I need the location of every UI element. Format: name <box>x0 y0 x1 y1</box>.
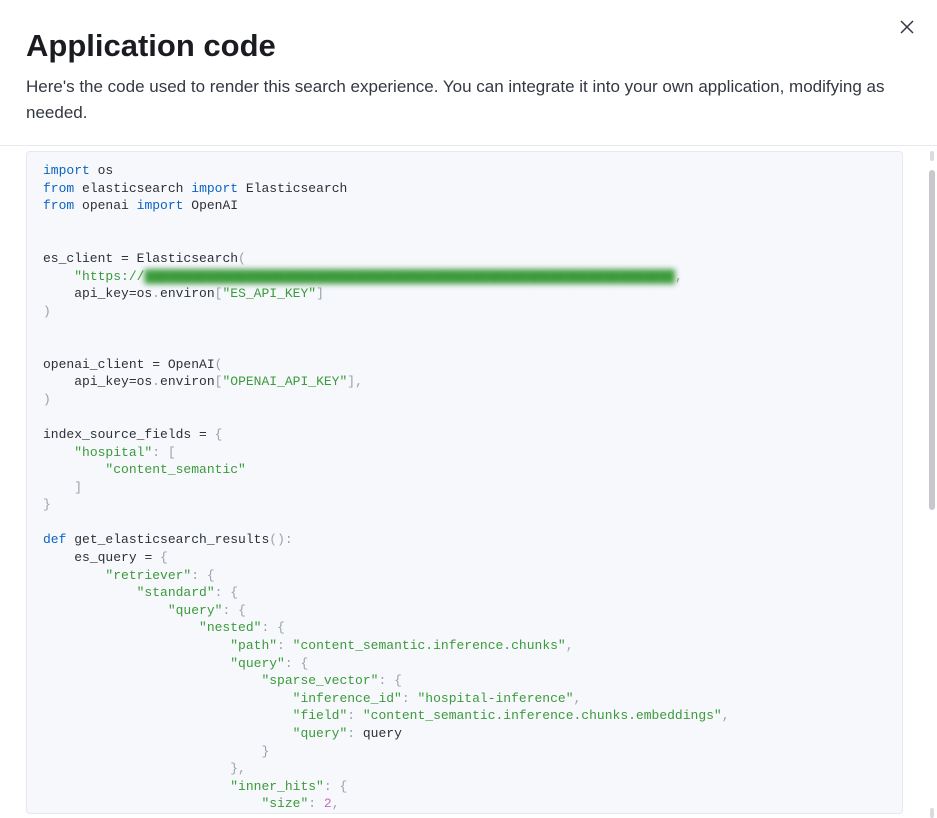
scrollbar-thumb[interactable] <box>929 170 935 510</box>
scrollbar-track-bottom <box>930 808 934 818</box>
scrollbar-track-top <box>930 151 934 161</box>
close-button[interactable] <box>895 16 919 40</box>
close-icon <box>899 19 915 38</box>
page-title: Application code <box>26 28 911 64</box>
modal-header: Application code Here's the code used to… <box>0 0 937 146</box>
page-subtitle: Here's the code used to render this sear… <box>26 74 896 125</box>
code-content: import os from elasticsearch import Elas… <box>27 152 902 813</box>
code-block[interactable]: import os from elasticsearch import Elas… <box>26 151 903 814</box>
